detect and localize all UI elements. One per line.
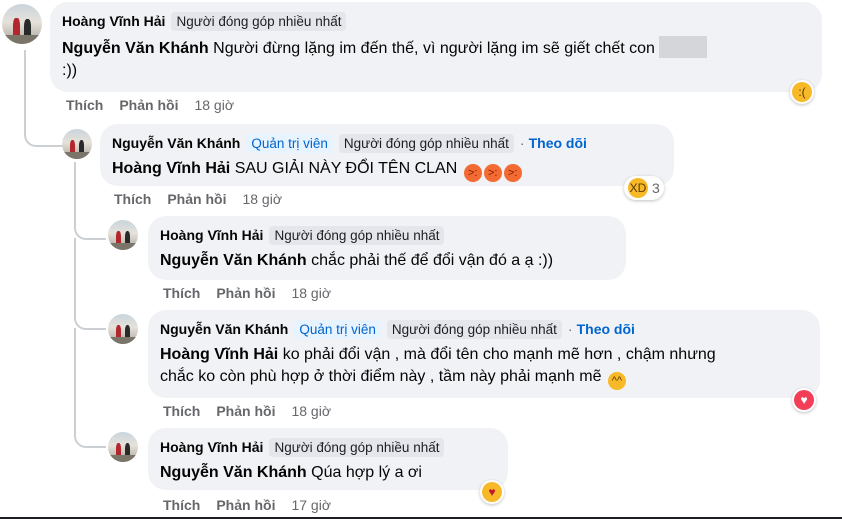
comment-text: Hoàng Vĩnh Hải ko phải đổi vận , mà đổi … <box>160 344 808 390</box>
comment-time[interactable]: 18 giờ <box>242 191 282 207</box>
comment-bubble: Hoàng Vĩnh Hải Người đóng góp nhiều nhất… <box>148 428 508 490</box>
follow-button[interactable]: · Theo dõi <box>568 321 635 337</box>
reply-button[interactable]: Phản hồi <box>216 497 275 513</box>
avatar[interactable] <box>2 4 42 44</box>
angry-face-icon: >: <box>463 164 482 182</box>
like-button[interactable]: Thích <box>163 497 200 513</box>
top-contributor-badge: Người đóng góp nhiều nhất <box>269 225 445 245</box>
mention-tag[interactable]: Hoàng Vĩnh Hải <box>160 346 278 363</box>
reply-button[interactable]: Phản hồi <box>119 97 178 113</box>
comment-bubble: Hoàng Vĩnh Hải Người đóng góp nhiều nhất… <box>148 216 626 280</box>
comment-author[interactable]: Hoàng Vĩnh Hải <box>160 439 263 455</box>
mention-tag[interactable]: Nguyễn Văn Khánh <box>62 40 209 57</box>
mention-tag[interactable]: Nguyễn Văn Khánh <box>160 252 307 269</box>
comment-text: Nguyễn Văn Khánh chắc phải thế để đổi vậ… <box>160 252 554 269</box>
comment-time[interactable]: 18 giờ <box>291 285 331 301</box>
comment-bubble: Hoàng Vĩnh Hải Người đóng góp nhiều nhất… <box>50 2 822 92</box>
reaction-summary[interactable]: :( <box>790 80 814 104</box>
like-button[interactable]: Thích <box>66 97 103 113</box>
laugh-icon: XD <box>628 178 648 198</box>
angry-face-icon: >: <box>503 164 522 182</box>
comment-bubble: Nguyễn Văn Khánh Quản trị viên Người đón… <box>148 310 820 398</box>
mention-tag[interactable]: Hoàng Vĩnh Hải <box>112 160 230 177</box>
reply-button[interactable]: Phản hồi <box>216 403 275 419</box>
comment-author[interactable]: Hoàng Vĩnh Hải <box>160 227 263 243</box>
like-button[interactable]: Thích <box>163 285 200 301</box>
avatar[interactable] <box>108 432 138 462</box>
avatar[interactable] <box>108 220 138 250</box>
admin-badge: Quản trị viên <box>294 319 381 339</box>
admin-badge: Quản trị viên <box>246 133 333 153</box>
comment-text: Nguyễn Văn Khánh Người đừng lặng im đến … <box>62 36 810 82</box>
comment-actions: Thích Phản hồi 18 giờ <box>163 285 331 301</box>
angry-face-icon: >: <box>483 164 502 182</box>
comment-text: Hoàng Vĩnh Hải SAU GIẢI NÀY ĐỔI TÊN CLAN… <box>112 158 662 182</box>
comment-actions: Thích Phản hồi 18 giờ <box>114 191 282 207</box>
comment-time[interactable]: 18 giờ <box>194 97 234 113</box>
top-contributor-badge: Người đóng góp nhiều nhất <box>269 437 445 457</box>
reaction-summary[interactable]: ♥ <box>480 480 504 504</box>
comment-actions: Thích Phản hồi 18 giờ <box>163 403 331 419</box>
thread-line <box>74 328 106 448</box>
grinning-sweat-icon: ^^ <box>607 372 626 390</box>
avatar[interactable] <box>108 314 138 344</box>
care-icon: ♥ <box>482 482 502 502</box>
follow-button[interactable]: · Theo dõi <box>520 135 587 151</box>
reaction-count: 3 <box>652 180 660 196</box>
comment-actions: Thích Phản hồi 17 giờ <box>163 497 331 513</box>
mention-tag[interactable]: Nguyễn Văn Khánh <box>160 464 307 481</box>
comment-author[interactable]: Nguyễn Văn Khánh <box>112 135 240 151</box>
heart-icon: ♥ <box>794 390 814 410</box>
top-contributor-badge: Người đóng góp nhiều nhất <box>338 133 514 153</box>
redacted-block <box>659 36 708 58</box>
top-contributor-badge: Người đóng góp nhiều nhất <box>171 11 347 31</box>
top-contributor-badge: Người đóng góp nhiều nhất <box>386 319 562 339</box>
reply-button[interactable]: Phản hồi <box>216 285 275 301</box>
comment-time[interactable]: 18 giờ <box>291 403 331 419</box>
comment-author[interactable]: Hoàng Vĩnh Hải <box>62 13 165 29</box>
reaction-summary[interactable]: ♥ <box>792 388 816 412</box>
comment-actions: Thích Phản hồi 18 giờ <box>66 97 234 113</box>
comment-text: Nguyễn Văn Khánh Qúa hợp lý a ơi <box>160 464 422 481</box>
reaction-summary[interactable]: XD 3 <box>624 176 664 200</box>
like-button[interactable]: Thích <box>114 191 151 207</box>
avatar[interactable] <box>62 129 92 159</box>
sad-icon: :( <box>792 82 812 102</box>
comment-bubble: Nguyễn Văn Khánh Quản trị viên Người đón… <box>100 124 674 186</box>
comment-author[interactable]: Nguyễn Văn Khánh <box>160 321 288 337</box>
thread-line <box>74 238 106 330</box>
like-button[interactable]: Thích <box>163 403 200 419</box>
comment-time[interactable]: 17 giờ <box>291 497 331 513</box>
reply-button[interactable]: Phản hồi <box>167 191 226 207</box>
